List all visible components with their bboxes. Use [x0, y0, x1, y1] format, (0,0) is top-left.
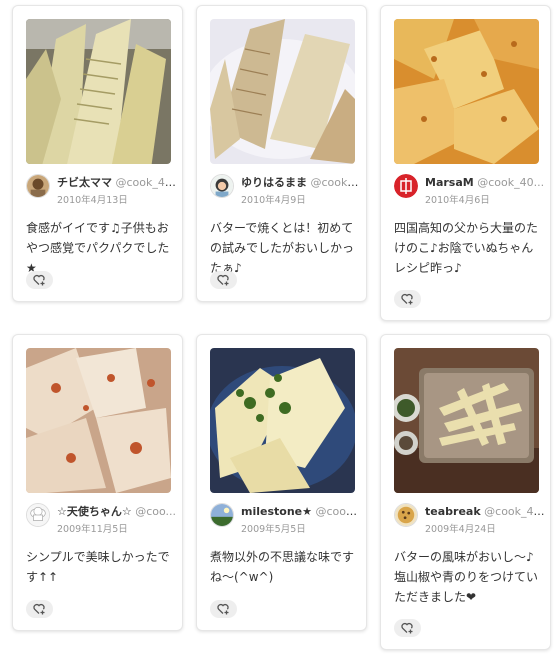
user-id: @cook_40...: [477, 176, 545, 189]
like-button[interactable]: [394, 619, 421, 637]
user-id: @coo...: [135, 505, 177, 518]
user-name-line[interactable]: チビ太ママ @cook_40...: [57, 176, 177, 190]
report-photo[interactable]: [394, 348, 539, 493]
report-comment: 煮物以外の不思議な味ですね～(^w^): [210, 550, 355, 584]
user-name-line[interactable]: teabreak @cook_40...: [425, 505, 545, 519]
report-comment: バターの風味がおいし～♪塩山椒や青のりをつけていただきました❤: [394, 550, 539, 604]
user-name[interactable]: MarsaM: [425, 176, 474, 189]
user-name-line[interactable]: MarsaM @cook_40...: [425, 176, 545, 190]
report-photo[interactable]: [210, 19, 355, 164]
like-button[interactable]: [210, 271, 237, 289]
user-name[interactable]: チビ太ママ: [57, 176, 112, 189]
report-photo[interactable]: [26, 19, 171, 164]
heart-plus-icon: [401, 293, 413, 305]
user-avatar-icon[interactable]: [210, 503, 234, 527]
user-avatar-icon[interactable]: [394, 503, 418, 527]
user-name[interactable]: ☆天使ちゃん☆: [57, 505, 132, 518]
report-date: 2010年4月13日: [57, 195, 128, 206]
report-date: 2009年5月5日: [241, 524, 306, 535]
user-avatar-icon[interactable]: [26, 174, 50, 198]
report-card[interactable]: チビ太ママ @cook_40... 2010年4月13日 食感がイイです♫子供も…: [12, 5, 183, 302]
heart-plus-icon: [33, 274, 45, 286]
user-id: @cook_40...: [115, 176, 178, 189]
report-date: 2010年4月9日: [241, 195, 306, 206]
user-id: @cook_4...: [310, 176, 362, 189]
report-comment: 食感がイイです♫子供もおやつ感覚でパクパクでした★: [26, 221, 170, 275]
report-card[interactable]: ☆天使ちゃん☆ @coo... 2009年11月5日 シンプルで美味しかったです…: [12, 334, 183, 631]
user-id: @cook_40...: [484, 505, 545, 518]
heart-plus-icon: [217, 603, 229, 615]
like-button[interactable]: [394, 290, 421, 308]
report-card[interactable]: teabreak @cook_40... 2009年4月24日 バターの風味がお…: [380, 334, 551, 650]
heart-plus-icon: [33, 603, 45, 615]
report-comment: 四国高知の父から大量のたけのこ♪お陰でいぬちゃんレシピ昨っ♪: [394, 221, 539, 275]
report-photo[interactable]: [394, 19, 539, 164]
report-date: 2009年4月24日: [425, 524, 496, 535]
report-comment: シンプルで美味しかったです↑↑: [26, 550, 170, 584]
user-name-line[interactable]: milestone★ @cook_...: [241, 505, 361, 519]
like-button[interactable]: [26, 600, 53, 618]
report-photo[interactable]: [26, 348, 171, 493]
like-button[interactable]: [26, 271, 53, 289]
report-date: 2009年11月5日: [57, 524, 128, 535]
user-avatar-icon[interactable]: [210, 174, 234, 198]
report-card[interactable]: milestone★ @cook_... 2009年5月5日 煮物以外の不思議な…: [196, 334, 367, 631]
report-date: 2010年4月6日: [425, 195, 490, 206]
user-name-line[interactable]: ☆天使ちゃん☆ @coo...: [57, 505, 177, 519]
report-comment: バターで焼くとは！初めての試みでしたがおいしかったぁ♪: [210, 221, 355, 275]
user-id: @cook_...: [315, 505, 361, 518]
heart-plus-icon: [217, 274, 229, 286]
chef-hat-avatar-icon[interactable]: [26, 503, 50, 527]
user-name[interactable]: milestone★: [241, 505, 312, 518]
report-card[interactable]: MarsaM @cook_40... 2010年4月6日 四国高知の父から大量の…: [380, 5, 551, 321]
user-name[interactable]: ゆりはるまま: [241, 176, 307, 189]
report-card[interactable]: ゆりはるまま @cook_4... 2010年4月9日 バターで焼くとは！初めて…: [196, 5, 367, 302]
heart-plus-icon: [401, 622, 413, 634]
report-photo[interactable]: [210, 348, 355, 493]
user-avatar-icon[interactable]: [394, 174, 418, 198]
like-button[interactable]: [210, 600, 237, 618]
user-name[interactable]: teabreak: [425, 505, 481, 518]
user-name-line[interactable]: ゆりはるまま @cook_4...: [241, 176, 361, 190]
